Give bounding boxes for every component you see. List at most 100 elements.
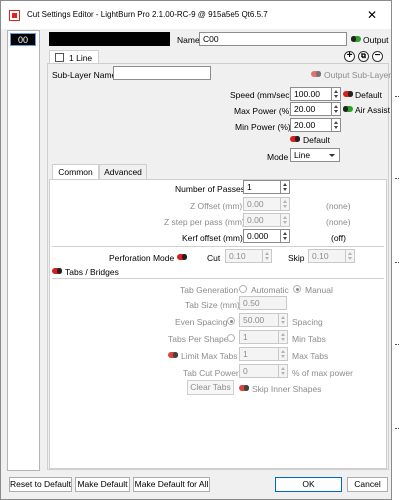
sublayer-tab-label: 1 Line: [69, 53, 93, 63]
z-step-spinner[interactable]: [281, 213, 290, 227]
z-step-input[interactable]: 0.00: [243, 213, 281, 227]
min-power-input[interactable]: 20.00: [290, 118, 332, 132]
tab-cut-power-label: Tab Cut Power: [183, 368, 239, 378]
reset-to-default-button[interactable]: Reset to Default: [9, 477, 72, 492]
z-step-note: (none): [326, 217, 351, 227]
perforation-toggle[interactable]: [177, 254, 187, 260]
spacing-label: Spacing: [292, 317, 323, 327]
mode-select[interactable]: Line: [290, 148, 340, 162]
tabs-per-shape-label: Tabs Per Shape: [168, 334, 229, 344]
tabs-bridges-toggle[interactable]: [52, 268, 62, 274]
tab-cut-power-spinner[interactable]: [279, 364, 288, 378]
power-default-toggle[interactable]: [290, 136, 300, 142]
sublayer-checkbox[interactable]: [55, 53, 64, 62]
tabs-bridges-label: Tabs / Bridges: [65, 267, 119, 277]
passes-spinner[interactable]: [281, 180, 290, 194]
tab-advanced[interactable]: Advanced: [99, 164, 147, 179]
kerf-input[interactable]: 0.000: [243, 229, 281, 243]
passes-input[interactable]: 1: [243, 180, 281, 194]
perforation-label: Perforation Mode: [109, 253, 175, 263]
min-power-spinner[interactable]: [332, 118, 341, 132]
make-default-for-all-button[interactable]: Make Default for All: [133, 477, 210, 492]
mode-label: Mode: [267, 152, 289, 162]
max-tabs-label: Max Tabs: [292, 351, 329, 361]
sublayer-name-label: Sub-Layer Name: [52, 70, 117, 80]
skip-spinner[interactable]: [346, 249, 355, 263]
z-offset-spinner[interactable]: [281, 197, 290, 211]
tab-size-input[interactable]: 0.50: [239, 296, 287, 310]
manual-label: Manual: [305, 285, 333, 295]
min-tabs-label: Min Tabs: [292, 334, 326, 344]
manual-radio[interactable]: [293, 285, 301, 293]
tab-generation-label: Tab Generation: [180, 285, 239, 295]
even-spacing-spinner[interactable]: [279, 313, 288, 327]
cut-label: Cut: [207, 253, 221, 263]
remove-sublayer-icon[interactable]: −: [372, 51, 383, 62]
automatic-radio[interactable]: [239, 285, 247, 293]
ok-button[interactable]: OK: [275, 477, 342, 492]
speed-spinner[interactable]: [332, 87, 341, 101]
divider: [52, 278, 384, 279]
sublayer-tab[interactable]: 1 Line: [49, 50, 99, 64]
even-spacing-label: Even Spacing: [175, 317, 228, 327]
kerf-spinner[interactable]: [281, 229, 290, 243]
limit-max-tabs-input[interactable]: 1: [239, 347, 279, 361]
kerf-label: Kerf offset (mm): [182, 233, 243, 243]
max-power-spinner[interactable]: [332, 102, 341, 116]
layer-color-swatch[interactable]: [49, 32, 170, 46]
tabs-per-shape-spinner[interactable]: [279, 330, 288, 344]
lightburn-app-icon: [9, 10, 20, 21]
output-sublayer-toggle[interactable]: [311, 71, 321, 77]
passes-label: Number of Passes: [175, 184, 245, 194]
layer-list[interactable]: [7, 30, 40, 471]
tab-common[interactable]: Common: [52, 164, 99, 179]
cut-input[interactable]: 0.10: [225, 249, 263, 263]
tabs-per-shape-input[interactable]: 1: [239, 330, 279, 344]
even-spacing-radio[interactable]: [227, 317, 235, 325]
min-power-label: Min Power (%): [235, 122, 291, 132]
speed-input[interactable]: 100.00: [290, 87, 332, 101]
skip-inner-shapes-toggle[interactable]: [239, 385, 249, 391]
tab-size-label: Tab Size (mm): [185, 300, 240, 310]
name-label: Name: [177, 35, 200, 45]
title-bar: Cut Settings Editor - LightBurn Pro 2.1.…: [1, 1, 391, 29]
layer-number-badge[interactable]: 00: [10, 33, 36, 46]
divider: [52, 246, 384, 247]
sublayer-name-input[interactable]: [113, 66, 211, 80]
add-sublayer-icon[interactable]: +: [344, 51, 355, 62]
air-assist-toggle[interactable]: [343, 106, 353, 112]
clear-tabs-button[interactable]: Clear Tabs: [187, 380, 234, 395]
limit-max-tabs-label: Limit Max Tabs: [181, 351, 238, 361]
tabs-per-shape-radio[interactable]: [227, 334, 235, 342]
limit-max-tabs-spinner[interactable]: [279, 347, 288, 361]
output-toggle[interactable]: [351, 36, 361, 42]
duplicate-sublayer-icon[interactable]: ⧉: [358, 51, 369, 62]
z-step-label: Z step per pass (mm): [164, 217, 245, 227]
output-label: Output: [363, 35, 389, 45]
speed-label: Speed (mm/sec): [230, 90, 293, 100]
tab-cut-power-input[interactable]: 0: [239, 364, 279, 378]
skip-label: Skip: [288, 253, 305, 263]
z-offset-input[interactable]: 0.00: [243, 197, 281, 211]
output-sublayer-label: Output Sub-Layer: [324, 70, 392, 80]
skip-input[interactable]: 0.10: [308, 249, 346, 263]
pct-max-power-label: % of max power: [292, 368, 353, 378]
automatic-label: Automatic: [251, 285, 289, 295]
close-icon[interactable]: ✕: [367, 8, 377, 22]
max-power-input[interactable]: 20.00: [290, 102, 332, 116]
make-default-button[interactable]: Make Default: [75, 477, 130, 492]
max-power-label: Max Power (%): [234, 106, 293, 116]
window-title: Cut Settings Editor - LightBurn Pro 2.1.…: [27, 10, 268, 19]
even-spacing-input[interactable]: 50.00: [239, 313, 279, 327]
power-default-label: Default: [303, 135, 330, 145]
limit-max-tabs-toggle[interactable]: [168, 352, 178, 358]
cut-spinner[interactable]: [263, 249, 272, 263]
speed-default-toggle[interactable]: [343, 91, 353, 97]
kerf-note: (off): [331, 233, 346, 243]
layer-name-input[interactable]: C00: [199, 32, 347, 46]
speed-default-label: Default: [355, 90, 382, 100]
cancel-button[interactable]: Cancel: [347, 477, 388, 492]
chevron-down-icon: [329, 154, 335, 157]
z-offset-note: (none): [326, 201, 351, 211]
air-assist-label: Air Assist: [355, 105, 390, 115]
